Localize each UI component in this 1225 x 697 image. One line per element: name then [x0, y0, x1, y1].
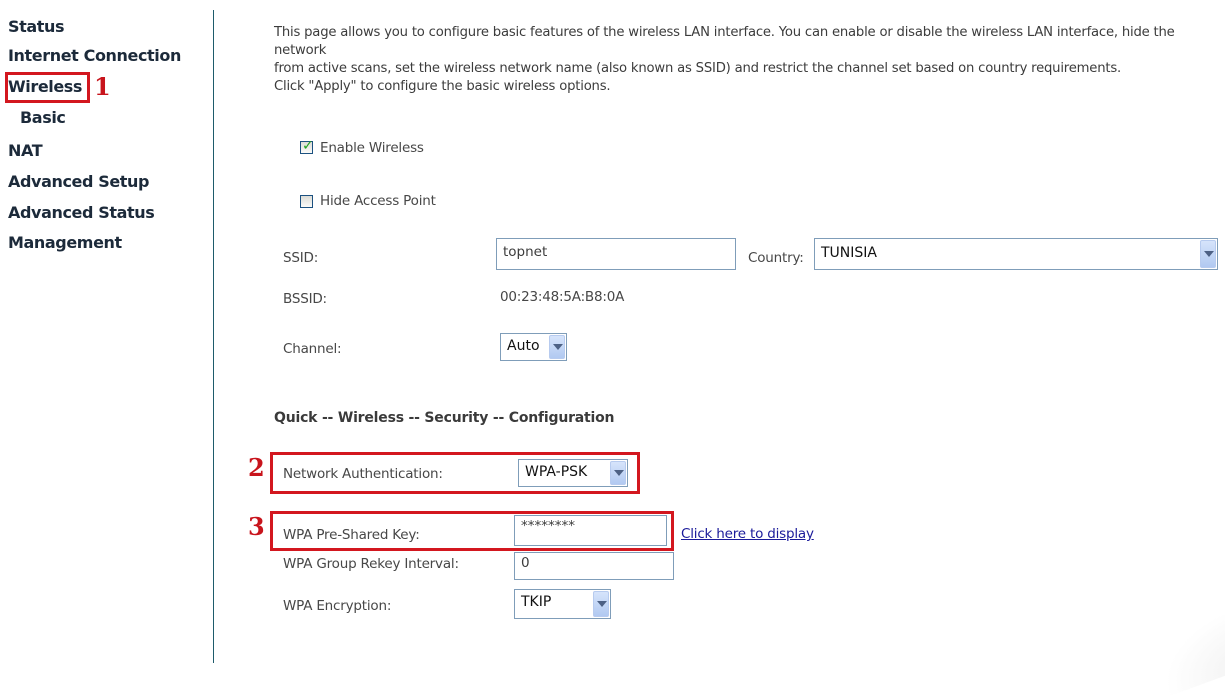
annotation-step-3: 3 — [248, 512, 265, 541]
network-auth-label: Network Authentication: — [283, 466, 443, 482]
sidebar-divider — [213, 10, 214, 663]
sidebar-item-management[interactable]: Management — [8, 233, 122, 252]
sidebar-item-advanced-status[interactable]: Advanced Status — [8, 203, 155, 222]
encryption-value: TKIP — [521, 594, 552, 610]
psk-label: WPA Pre-Shared Key: — [283, 527, 420, 543]
network-auth-value: WPA-PSK — [525, 464, 588, 480]
checkmark-icon: ✓ — [302, 138, 314, 154]
sidebar-item-basic[interactable]: Basic — [20, 108, 66, 127]
chevron-down-icon[interactable] — [593, 591, 609, 617]
enable-wireless-label: Enable Wireless — [320, 140, 424, 156]
chevron-down-icon[interactable] — [549, 335, 565, 359]
channel-select[interactable]: Auto — [500, 333, 567, 361]
rekey-interval-label: WPA Group Rekey Interval: — [283, 556, 459, 572]
rekey-interval-input[interactable]: 0 — [514, 552, 674, 580]
bssid-value: 00:23:48:5A:B8:0A — [500, 289, 625, 305]
enable-wireless-checkbox[interactable]: ✓ — [300, 138, 314, 154]
description-line-2: from active scans, set the wireless netw… — [274, 61, 1122, 76]
encryption-label: WPA Encryption: — [283, 598, 392, 614]
country-select[interactable]: TUNISIA — [814, 238, 1218, 270]
hide-access-point-label: Hide Access Point — [320, 193, 436, 209]
channel-label: Channel: — [283, 341, 342, 357]
annotation-step-1: 1 — [94, 72, 111, 101]
sidebar-item-internet-connection[interactable]: Internet Connection — [8, 46, 181, 65]
country-label: Country: — [748, 250, 804, 266]
chevron-down-icon[interactable] — [610, 461, 626, 485]
sidebar-item-status[interactable]: Status — [8, 17, 65, 36]
chevron-down-icon[interactable] — [1200, 240, 1216, 268]
channel-value: Auto — [507, 338, 540, 354]
network-auth-select[interactable]: WPA-PSK — [518, 459, 628, 487]
show-key-link[interactable]: Click here to display — [681, 526, 814, 542]
security-section-heading: Quick -- Wireless -- Security -- Configu… — [274, 410, 615, 426]
highlight-box-wireless — [5, 72, 90, 103]
corner-watermark — [1147, 609, 1225, 697]
sidebar-item-nat[interactable]: NAT — [8, 141, 43, 160]
country-value: TUNISIA — [821, 245, 877, 261]
hide-access-point-checkbox[interactable] — [300, 195, 313, 208]
description-line-1: This page allows you to configure basic … — [274, 25, 1175, 58]
bssid-label: BSSID: — [283, 291, 327, 307]
annotation-step-2: 2 — [248, 453, 265, 482]
page-description: This page allows you to configure basic … — [274, 24, 1219, 96]
description-line-3: Click "Apply" to configure the basic wir… — [274, 79, 611, 94]
ssid-input[interactable]: topnet — [496, 238, 736, 270]
ssid-label: SSID: — [283, 250, 319, 266]
sidebar-item-advanced-setup[interactable]: Advanced Setup — [8, 172, 149, 191]
encryption-select[interactable]: TKIP — [514, 589, 611, 619]
psk-input[interactable]: ******** — [514, 515, 667, 546]
